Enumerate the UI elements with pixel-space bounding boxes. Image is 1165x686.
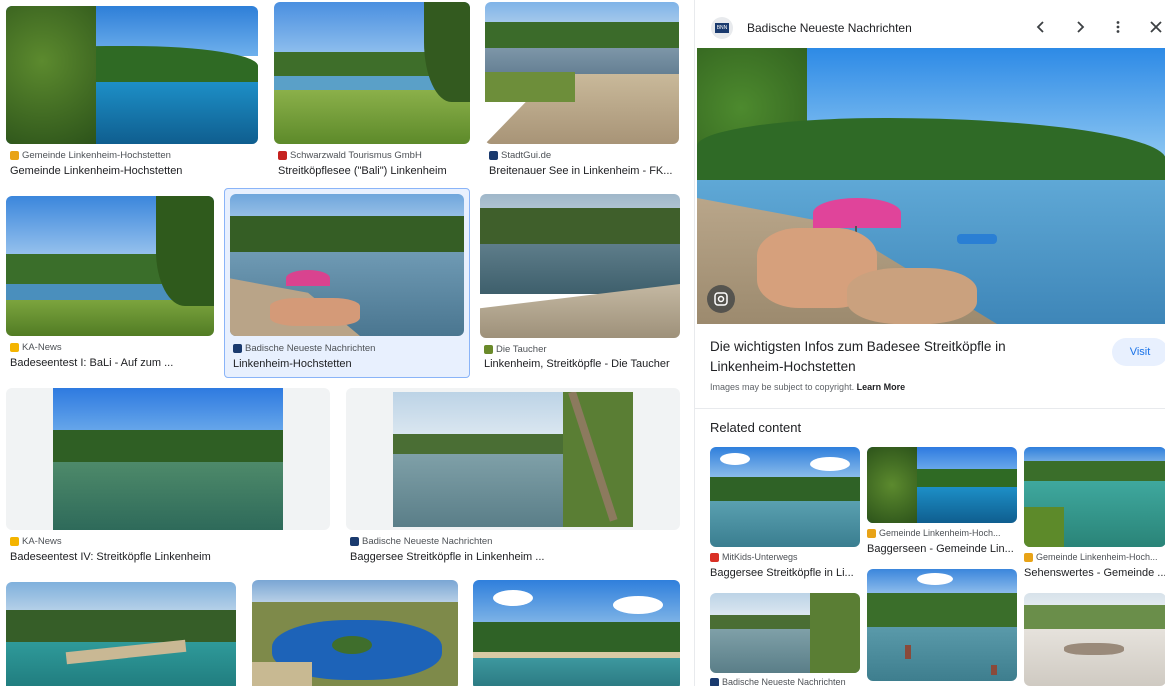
chevron-right-icon [1077, 21, 1085, 33]
related-result[interactable]: Gemeinde Linkenheim-Hoch... Sehenswertes… [1024, 447, 1165, 582]
result-source: Badische Neueste Nachrichten [233, 343, 375, 354]
image-result[interactable]: Gemeinde Linkenheim-Hochstetten Gemeinde… [6, 6, 258, 182]
more-options-button[interactable] [1105, 14, 1131, 40]
lake-thumbnail[interactable] [6, 388, 330, 530]
close-button[interactable] [1143, 14, 1165, 40]
image-result[interactable] [473, 580, 680, 686]
result-source: Schwarzwald Tourismus GmbH [278, 150, 422, 161]
result-title[interactable]: Baggersee Streitköpfle in Linkenheim ... [350, 551, 544, 563]
result-source: Badische Neueste Nachrichten [710, 677, 846, 686]
crest-icon [1024, 552, 1033, 562]
image-result[interactable]: Die Taucher Linkenheim, Streitköpfle - D… [480, 194, 680, 374]
image-result[interactable]: Badische Neueste Nachrichten Baggersee S… [346, 388, 680, 568]
result-title[interactable]: Baggersee Streitköpfle in Li... [710, 567, 860, 579]
image-result[interactable]: Schwarzwald Tourismus GmbH Streitköpfles… [274, 2, 470, 182]
ka-icon [10, 343, 19, 352]
result-title[interactable]: Linkenheim-Hochstetten [233, 358, 352, 370]
diver-icon [484, 345, 493, 354]
related-result[interactable] [867, 569, 1017, 686]
result-title[interactable]: Badeseentest I: BaLi - Auf zum ... [10, 357, 173, 369]
copyright-notice: Images may be subject to copyright. Lear… [710, 382, 906, 392]
related-content-heading: Related content [710, 420, 802, 435]
ka-icon [10, 537, 19, 546]
result-source: KA-News [10, 536, 62, 547]
related-thumbnail[interactable] [867, 447, 1017, 523]
lake-thumbnail[interactable] [346, 388, 680, 530]
result-source: MitKids-Unterwegs [710, 552, 798, 562]
more-vert-icon [1116, 21, 1120, 33]
image-result-selected[interactable]: Badische Neueste Nachrichten Linkenheim-… [230, 194, 466, 374]
result-source: Gemeinde Linkenheim-Hoch... [1024, 552, 1158, 562]
close-icon [1150, 21, 1162, 33]
result-source: Die Taucher [484, 344, 547, 355]
publisher-logo[interactable]: BNN [711, 17, 733, 39]
related-thumbnail[interactable] [867, 569, 1017, 681]
publisher-name[interactable]: Badische Neueste Nachrichten [747, 21, 912, 35]
lake-thumbnail[interactable] [6, 196, 214, 336]
visit-button[interactable]: Visit [1112, 338, 1165, 366]
result-source: Badische Neueste Nachrichten [350, 536, 492, 547]
related-thumbnail[interactable] [710, 593, 860, 673]
next-button[interactable] [1067, 14, 1093, 40]
crest-icon [867, 528, 876, 538]
result-title[interactable]: Breitenauer See in Linkenheim - FK... [489, 165, 672, 177]
lens-icon [714, 292, 728, 306]
result-title[interactable]: Gemeinde Linkenheim-Hochstetten [10, 165, 182, 177]
preview-image[interactable] [697, 48, 1165, 324]
site-icon [710, 552, 719, 562]
lake-thumbnail[interactable] [473, 580, 680, 686]
image-preview-panel: BNN Badische Neueste Nachrichten Die wic… [694, 0, 1165, 686]
result-title[interactable]: Linkenheim, Streitköpfle - Die Taucher [484, 358, 670, 370]
result-title[interactable]: Streitköpflesee ("Bali") Linkenheim [278, 165, 447, 177]
chevron-left-icon [1036, 21, 1044, 33]
result-source: StadtGui.de [489, 150, 551, 161]
result-title[interactable]: Baggerseen - Gemeinde Lin... [867, 543, 1017, 555]
lake-thumbnail[interactable] [6, 6, 258, 144]
result-source: Gemeinde Linkenheim-Hoch... [867, 528, 1001, 538]
image-result[interactable]: KA-News Badeseentest I: BaLi - Auf zum .… [6, 196, 214, 374]
bnn-icon [350, 537, 359, 546]
lake-thumbnail[interactable] [230, 194, 464, 336]
lake-thumbnail[interactable] [480, 194, 680, 338]
related-result[interactable]: MitKids-Unterwegs Baggersee Streitköpfle… [710, 447, 860, 582]
divider [695, 408, 1165, 409]
result-title[interactable]: Badeseentest IV: Streitköpfle Linkenheim [10, 551, 211, 563]
learn-more-link[interactable]: Learn More [857, 382, 906, 392]
image-result[interactable]: StadtGui.de Breitenauer See in Linkenhei… [485, 2, 679, 182]
related-thumbnail[interactable] [710, 447, 860, 547]
image-result[interactable]: KA-News Badeseentest IV: Streitköpfle Li… [6, 388, 330, 568]
image-result[interactable] [6, 582, 236, 686]
lake-thumbnail[interactable] [274, 2, 470, 144]
related-thumbnail[interactable] [1024, 593, 1165, 686]
flag-icon [278, 151, 287, 160]
crest-icon [10, 151, 19, 160]
lake-thumbnail[interactable] [252, 580, 458, 686]
image-result[interactable] [252, 580, 458, 686]
related-result[interactable]: Gemeinde Linkenheim-Hoch... Baggerseen -… [867, 447, 1017, 559]
bnn-icon [710, 677, 719, 686]
lake-thumbnail[interactable] [485, 2, 679, 144]
bnn-icon [233, 344, 242, 353]
related-result[interactable]: Badische Neueste Nachrichten [710, 593, 860, 686]
lake-thumbnail[interactable] [6, 582, 236, 686]
s-icon [489, 151, 498, 160]
result-title[interactable]: Sehenswertes - Gemeinde ... [1024, 567, 1165, 579]
previous-button[interactable] [1028, 14, 1054, 40]
preview-title[interactable]: Die wichtigsten Infos zum Badesee Streit… [710, 337, 1070, 377]
lens-search-button[interactable] [707, 285, 735, 313]
related-result[interactable] [1024, 593, 1165, 686]
related-thumbnail[interactable] [1024, 447, 1165, 547]
result-source: KA-News [10, 342, 62, 353]
result-source: Gemeinde Linkenheim-Hochstetten [10, 150, 171, 161]
